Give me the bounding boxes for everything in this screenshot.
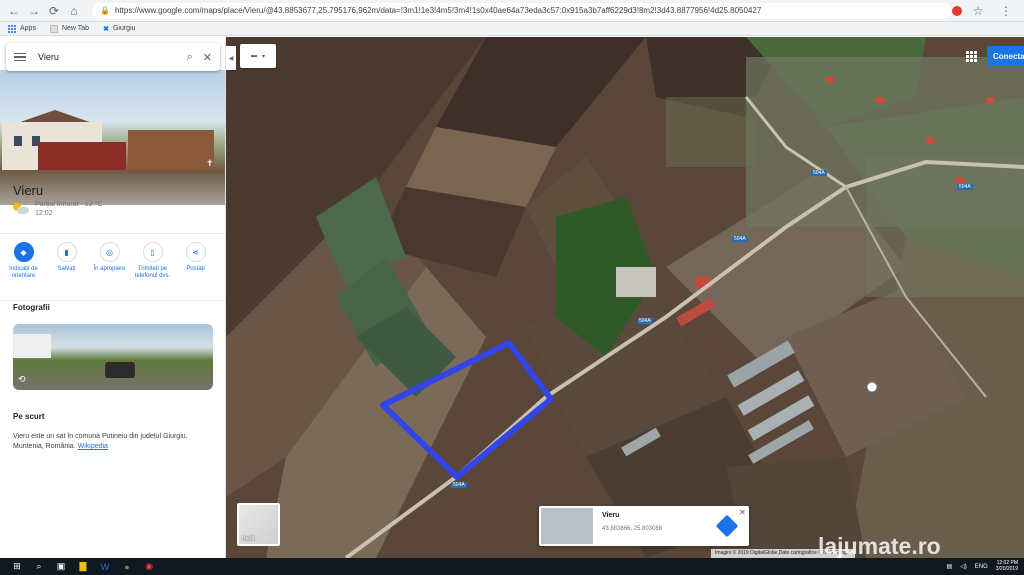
wooden-gate: [128, 130, 214, 170]
bookmark-new-tab[interactable]: New Tab: [49, 24, 90, 33]
bookmark-label: Apps: [20, 25, 36, 32]
send-to-phone-button[interactable]: ▯ Trimiteți pe telefonul dvs.: [133, 242, 172, 300]
directions-button[interactable]: ◆ Indicații de orientare: [4, 242, 43, 300]
minimap-label: Hartă: [242, 536, 255, 542]
nearby-icon: ◎: [99, 242, 120, 262]
extension-icon[interactable]: [952, 5, 962, 16]
save-button[interactable]: ▮ Salvați: [47, 242, 86, 300]
chrome-icon[interactable]: ◉: [138, 558, 160, 575]
address-bar[interactable]: 🔒 https://www.google.com/maps/place/Vier…: [92, 2, 952, 19]
clock-date: 3/20/2019: [995, 565, 1018, 572]
search-icon[interactable]: ⌕: [187, 51, 193, 64]
360-icon: ⟲: [18, 374, 26, 384]
bookmarks-bar: Apps New Tab ✖ Giurgiu: [0, 22, 1024, 36]
folder-icon[interactable]: ▇: [72, 558, 94, 575]
partly-cloudy-icon: [13, 203, 29, 215]
map-type-toggle[interactable]: Hartă: [237, 503, 280, 546]
bookmark-label: New Tab: [61, 25, 90, 32]
bookmark-apps[interactable]: Apps: [8, 24, 36, 33]
extensions-area: ☆ ⋮: [952, 3, 1018, 19]
forward-icon[interactable]: →: [26, 3, 42, 19]
network-icon[interactable]: ▤: [946, 563, 952, 570]
action-label: Indicații de orientare: [9, 266, 38, 280]
card-thumbnail: [541, 508, 593, 544]
search-icon[interactable]: ⌕: [28, 558, 50, 575]
language-indicator[interactable]: ENG: [975, 564, 988, 570]
directions-icon: ◆: [13, 242, 34, 262]
action-label: Postați: [186, 266, 205, 272]
card-place-name: Vieru: [602, 512, 620, 519]
lock-icon: 🔒: [100, 6, 110, 15]
place-info-card[interactable]: Vieru 43.883866, 25.803088 ✕: [539, 506, 749, 546]
volume-icon[interactable]: ◁): [960, 563, 967, 570]
satellite-map[interactable]: 504A 504A 504A 504A 504A ◀ ▬ ▾ Conecta H…: [226, 37, 1024, 558]
weather-info: Parțial înnorat · 12 °C 12:02: [13, 201, 102, 217]
home-icon[interactable]: ⌂: [66, 3, 82, 19]
browser-toolbar: ← → ⟳ ⌂ 🔒 https://www.google.com/maps/pl…: [0, 0, 1024, 22]
layers-icon: ▬: [250, 53, 257, 59]
weather-text: Parțial înnorat · 12 °C: [35, 201, 103, 208]
phone-icon: ▯: [142, 242, 163, 262]
bookmark-icon: ▮: [56, 242, 77, 262]
action-label: Trimiteți pe telefonul dvs.: [134, 266, 171, 280]
apps-grid-icon: [8, 24, 16, 33]
place-title: Vieru: [13, 183, 44, 198]
red-fence: [38, 142, 126, 170]
action-buttons: ◆ Indicații de orientare ▮ Salvați ◎ În …: [0, 233, 225, 301]
place-panel: Vieru ⌕ ✕ ✝ Vieru Parțial înnorat · 12 °…: [0, 37, 226, 558]
action-label: În apropiere: [93, 266, 126, 272]
windows-taskbar: ⊞ ⌕ ▣ ▇ W ● ◉ ▤ ◁) ENG 12:02 PM 3/20/201…: [0, 558, 1024, 575]
task-view-icon[interactable]: ▣: [50, 558, 72, 575]
reload-icon[interactable]: ⟳: [46, 3, 62, 19]
nearby-button[interactable]: ◎ În apropiere: [90, 242, 129, 300]
cross-icon: ✝: [206, 158, 214, 168]
search-box[interactable]: Vieru ⌕ ✕: [6, 43, 220, 71]
sign-in-button[interactable]: Conecta: [987, 46, 1024, 66]
url-text: https://www.google.com/maps/place/Vieru/…: [114, 6, 762, 15]
road-label: 504A: [732, 236, 748, 242]
road-label: 504A: [811, 170, 827, 176]
clock[interactable]: 12:02 PM 3/20/2019: [995, 560, 1018, 572]
watermark: lajumate.ro: [818, 533, 941, 558]
search-input[interactable]: Vieru: [38, 52, 177, 62]
card-coordinates: 43.883866, 25.803088: [602, 526, 663, 532]
road-label: 504A: [957, 184, 973, 190]
road-label: 504A: [637, 318, 653, 324]
windows-start-icon[interactable]: ⊞: [6, 558, 28, 575]
street-view-photo[interactable]: ⟲: [13, 324, 213, 390]
menu-icon[interactable]: [14, 52, 26, 62]
window: [14, 136, 22, 146]
share-icon: ⋖: [185, 242, 206, 262]
star-icon[interactable]: ☆: [970, 3, 986, 19]
system-tray: ▤ ◁) ENG 12:02 PM 3/20/2019: [946, 560, 1024, 572]
weather-time: 12:02: [35, 210, 53, 217]
road-label: 504A: [451, 482, 467, 488]
summary-heading: Pe scurt: [13, 412, 45, 421]
wikipedia-link[interactable]: Wikipedia: [78, 443, 108, 450]
action-label: Salvați: [57, 266, 76, 272]
collapse-panel-button[interactable]: ◀: [226, 46, 236, 70]
satellite-imagery: [226, 37, 1024, 558]
menu-dots-icon[interactable]: ⋮: [998, 3, 1014, 19]
summary-text: Vieru este un sat în comuna Putineiu din…: [13, 432, 217, 452]
bookmark-label: Giurgiu: [112, 25, 136, 32]
page-icon: [49, 24, 58, 33]
word-icon[interactable]: W: [94, 558, 116, 575]
photos-heading: Fotografii: [13, 303, 50, 312]
back-icon[interactable]: ←: [6, 3, 22, 19]
close-icon[interactable]: ✕: [739, 508, 746, 517]
building: [13, 334, 51, 358]
x-favicon-icon: ✖: [103, 25, 109, 33]
bookmark-giurgiu[interactable]: ✖ Giurgiu: [103, 25, 135, 33]
apps-grid-icon[interactable]: [966, 51, 977, 62]
car: [105, 362, 135, 378]
chevron-down-icon: ▾: [261, 53, 265, 60]
share-button[interactable]: ⋖ Postați: [176, 242, 215, 300]
directions-icon[interactable]: [715, 514, 739, 538]
app-icon[interactable]: ●: [116, 558, 138, 575]
layer-toggle-button[interactable]: ▬ ▾: [240, 44, 276, 68]
close-icon[interactable]: ✕: [203, 51, 212, 64]
